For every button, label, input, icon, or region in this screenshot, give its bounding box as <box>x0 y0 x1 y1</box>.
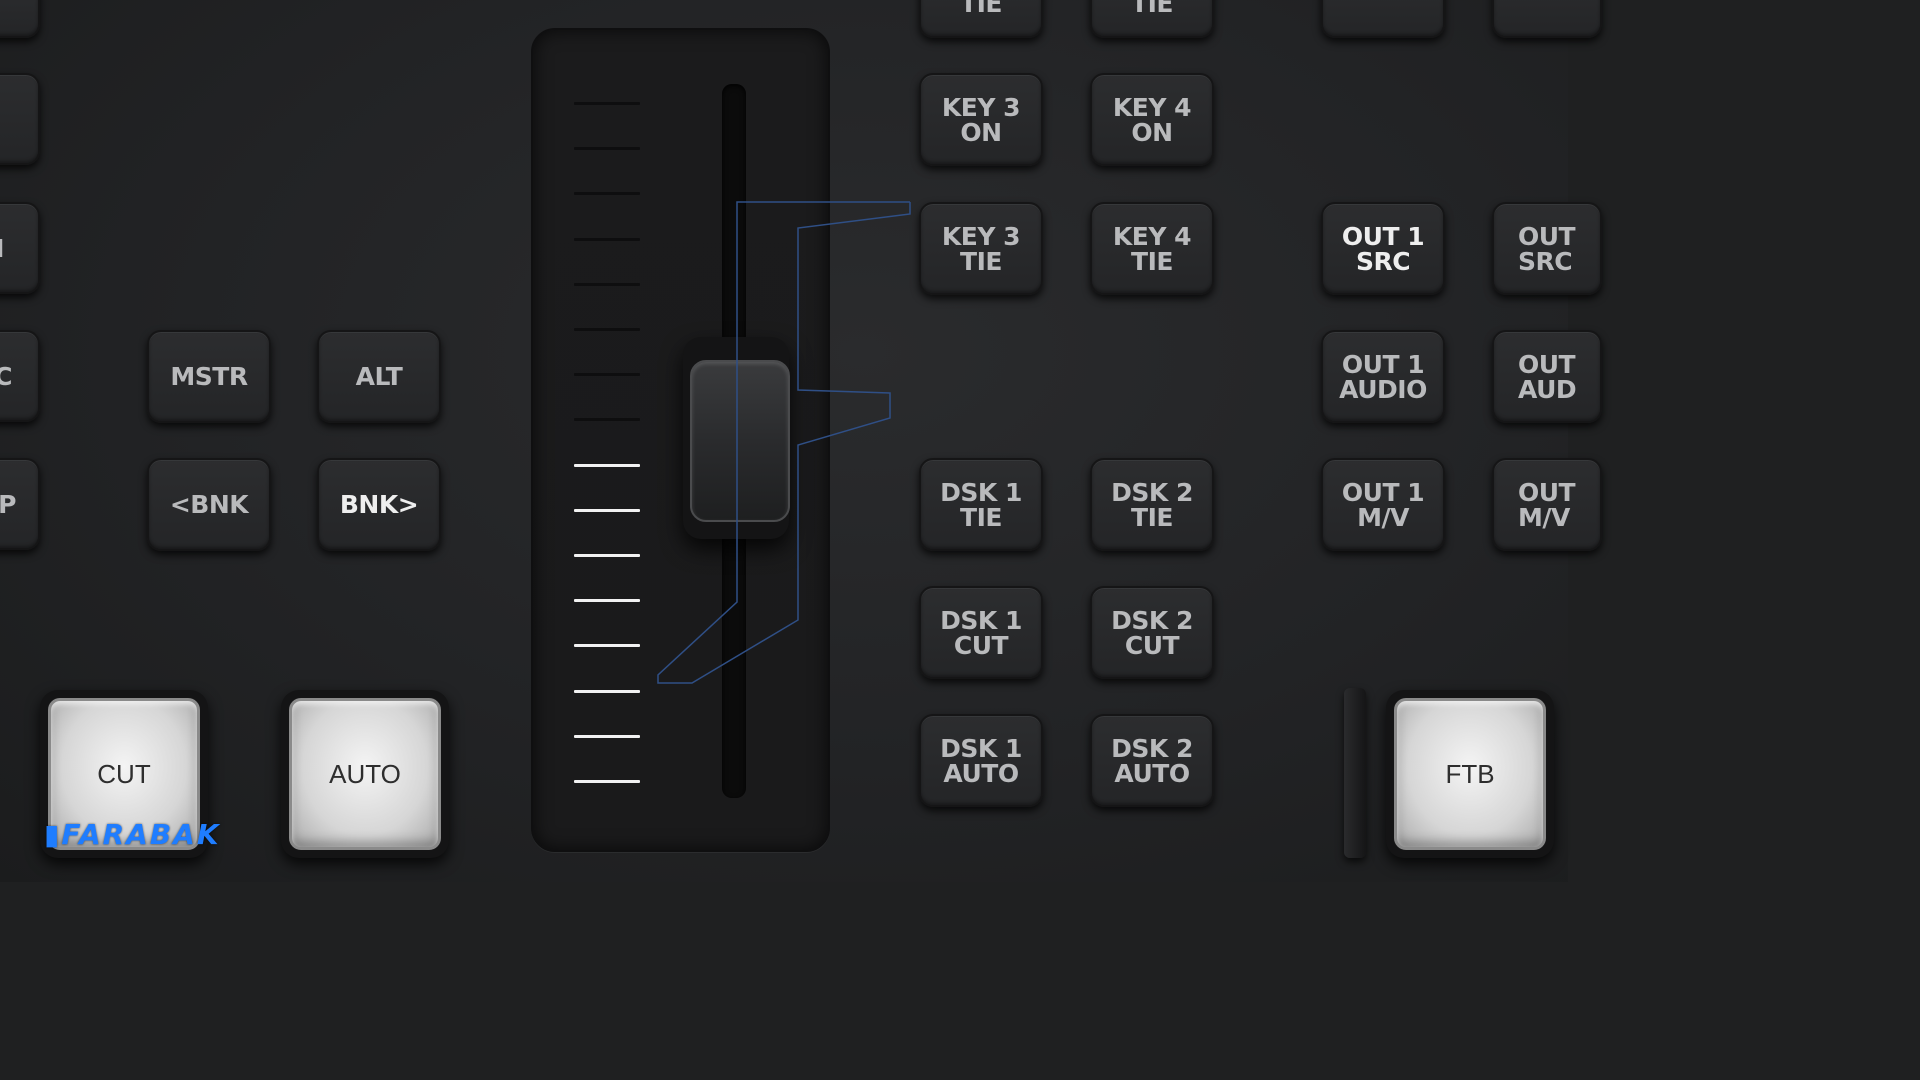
watermark-logo-mark: ▮ <box>44 818 62 851</box>
watermark-text: FARABAK <box>61 818 221 851</box>
guide-line-overlay <box>657 201 911 684</box>
faraabak-watermark: ▮FARABAK <box>44 818 221 851</box>
guide-line <box>657 201 911 684</box>
switcher-panel: M C P MSTR ALT <BNK BNK> CUT AUTO TIE TI… <box>0 0 1602 882</box>
